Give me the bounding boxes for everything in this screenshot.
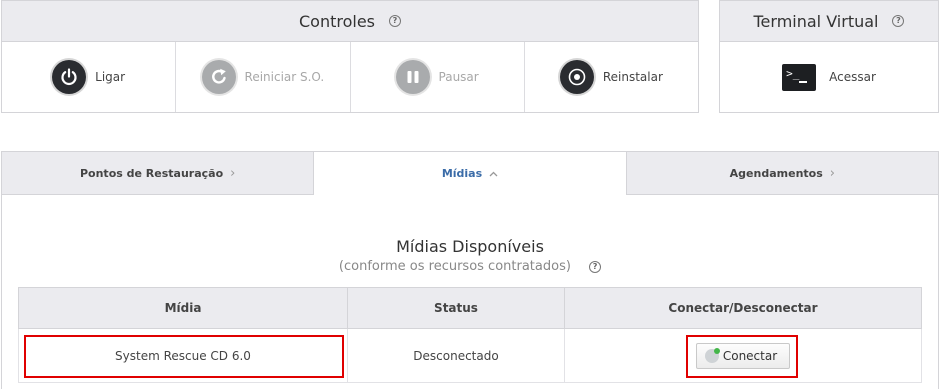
restart-icon xyxy=(201,60,236,94)
reinstall-button[interactable]: Reinstalar xyxy=(525,42,698,112)
pause-label: Pausar xyxy=(438,70,479,84)
chevron-right-icon: › xyxy=(230,165,236,181)
media-table-header: Mídia Status Conectar/Desconectar xyxy=(18,287,922,329)
restart-os-button[interactable]: Reiniciar S.O. xyxy=(176,42,351,112)
tabs-container: Pontos de Restauração › Mídias Agendamen… xyxy=(1,151,939,389)
terminal-access-label: Acessar xyxy=(829,70,876,84)
chevron-up-icon xyxy=(489,166,498,181)
media-section-subtitle: (conforme os recursos contratados) ? xyxy=(2,259,938,274)
media-highlight-box xyxy=(24,335,344,378)
terminal-icon: >_ xyxy=(782,63,817,91)
tab-restore-points[interactable]: Pontos de Restauração › xyxy=(2,152,314,195)
disc-icon xyxy=(559,60,594,94)
controls-help-icon[interactable]: ? xyxy=(389,15,401,27)
controls-title: Controles xyxy=(298,11,375,31)
column-connect: Conectar/Desconectar xyxy=(564,287,922,329)
pause-button[interactable]: Pausar xyxy=(351,42,525,112)
controls-panel: Controles ? Ligar Reiniciar S.O. Pausar xyxy=(1,0,699,113)
restart-os-label: Reiniciar S.O. xyxy=(244,70,325,84)
reinstall-label: Reinstalar xyxy=(602,70,663,84)
terminal-access-button[interactable]: >_ Acessar xyxy=(720,42,938,112)
controls-header: Controles ? xyxy=(2,1,698,42)
media-section-title: Mídias Disponíveis xyxy=(396,237,544,256)
column-status: Status xyxy=(347,287,565,329)
pause-icon xyxy=(395,60,430,94)
terminal-header: Terminal Virtual ? xyxy=(720,1,938,42)
media-help-icon[interactable]: ? xyxy=(589,261,602,273)
tab-bar: Pontos de Restauração › Mídias Agendamen… xyxy=(2,152,938,195)
connect-highlight-box xyxy=(686,335,798,378)
power-on-button[interactable]: Ligar xyxy=(2,42,177,112)
media-status-cell: Desconectado xyxy=(347,328,565,383)
power-on-label: Ligar xyxy=(95,70,126,84)
chevron-right-icon: › xyxy=(829,165,835,181)
terminal-help-icon[interactable]: ? xyxy=(892,15,905,27)
terminal-title: Terminal Virtual xyxy=(753,11,879,31)
terminal-panel: Terminal Virtual ? >_ Acessar xyxy=(719,0,939,113)
tab-media[interactable]: Mídias xyxy=(313,152,627,195)
tab-schedules[interactable]: Agendamentos › xyxy=(626,152,938,195)
power-icon xyxy=(52,60,87,94)
column-media: Mídia xyxy=(18,287,348,329)
